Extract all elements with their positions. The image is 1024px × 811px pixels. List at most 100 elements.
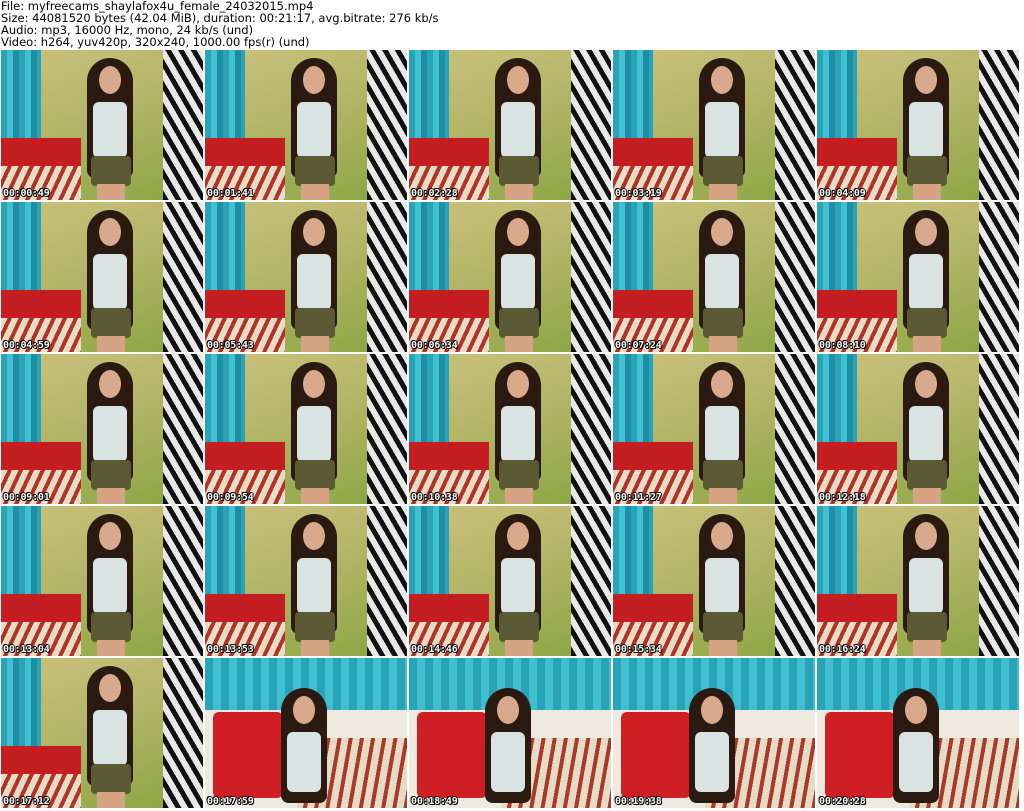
- video-thumbnail: 00:08:10: [817, 202, 1019, 352]
- thumbnail-timestamp: 00:06:34: [411, 340, 458, 351]
- person-legs: [505, 336, 533, 352]
- zebra-curtain: [979, 506, 1019, 656]
- zebra-curtain: [979, 354, 1019, 504]
- person-face: [99, 66, 121, 94]
- video-frame: [613, 50, 815, 200]
- video-thumbnail: 00:12:18: [817, 354, 1019, 504]
- zebra-curtain: [571, 506, 611, 656]
- person-legs: [709, 640, 737, 656]
- person-face: [507, 66, 529, 94]
- person-face: [507, 370, 529, 398]
- zebra-curtain: [775, 506, 815, 656]
- person-face: [905, 696, 927, 724]
- video-thumbnail: 00:09:54: [205, 354, 407, 504]
- person-face: [915, 218, 937, 246]
- video-thumbnail: 00:02:28: [409, 50, 611, 200]
- video-frame: [613, 354, 815, 504]
- zebra-curtain: [163, 354, 203, 504]
- video-frame: [1, 354, 203, 504]
- person-top: [705, 558, 739, 614]
- person-legs: [709, 488, 737, 504]
- person-legs: [505, 184, 533, 200]
- video-frame: [817, 658, 1019, 808]
- person-shorts: [91, 460, 131, 490]
- video-frame: [409, 202, 611, 352]
- thumbnail-timestamp: 00:16:24: [819, 644, 866, 655]
- person-top: [297, 558, 331, 614]
- zebra-curtain: [367, 202, 407, 352]
- person-shorts: [499, 612, 539, 642]
- person-face: [293, 696, 315, 724]
- person-legs: [913, 488, 941, 504]
- zebra-curtain: [367, 354, 407, 504]
- video-thumbnail: 00:10:38: [409, 354, 611, 504]
- person-top: [501, 102, 535, 158]
- video-thumbnail: 00:00:49: [1, 50, 203, 200]
- person-top: [93, 254, 127, 310]
- person-face: [711, 522, 733, 550]
- person-legs: [301, 640, 329, 656]
- video-thumbnail: 00:19:38: [613, 658, 815, 808]
- thumbnail-timestamp: 00:03:19: [615, 188, 662, 199]
- video-thumbnail: 00:11:27: [613, 354, 815, 504]
- person-shorts: [703, 612, 743, 642]
- video-thumbnail: 00:16:24: [817, 506, 1019, 656]
- video-thumbnail: 00:15:34: [613, 506, 815, 656]
- thumbnail-timestamp: 00:20:28: [819, 796, 866, 807]
- video-thumbnail: 00:13:04: [1, 506, 203, 656]
- video-thumbnail: 00:01:41: [205, 50, 407, 200]
- person-legs: [709, 336, 737, 352]
- thumbnail-timestamp: 00:12:18: [819, 492, 866, 503]
- person-top: [909, 558, 943, 614]
- person-face: [99, 218, 121, 246]
- person-top: [93, 406, 127, 462]
- person-shorts: [91, 308, 131, 338]
- person-top: [287, 732, 321, 792]
- thumbnail-timestamp: 00:17:59: [207, 796, 254, 807]
- thumbnail-timestamp: 00:08:10: [819, 340, 866, 351]
- video-frame: [613, 202, 815, 352]
- person-top: [695, 732, 729, 792]
- thumbnail-timestamp: 00:15:34: [615, 644, 662, 655]
- person-top: [93, 102, 127, 158]
- video-thumbnail: 00:09:01: [1, 354, 203, 504]
- file-info-header: File: myfreecams_shaylafox4u_female_2403…: [1, 0, 1021, 50]
- person-top: [501, 406, 535, 462]
- thumbnail-timestamp: 00:07:24: [615, 340, 662, 351]
- person-shorts: [907, 612, 947, 642]
- zebra-curtain: [775, 202, 815, 352]
- person-legs: [913, 640, 941, 656]
- person-shorts: [499, 308, 539, 338]
- person-top: [297, 102, 331, 158]
- person-top: [909, 254, 943, 310]
- video-frame: [817, 354, 1019, 504]
- zebra-curtain: [571, 50, 611, 200]
- person-shorts: [91, 612, 131, 642]
- thumbnail-timestamp: 00:17:12: [3, 796, 50, 807]
- person-top: [491, 732, 525, 792]
- video-frame: [205, 202, 407, 352]
- zebra-curtain: [163, 50, 203, 200]
- person-face: [303, 66, 325, 94]
- zebra-curtain: [979, 202, 1019, 352]
- thumbnail-timestamp: 00:02:28: [411, 188, 458, 199]
- person-shorts: [703, 460, 743, 490]
- person-top: [501, 254, 535, 310]
- person-face: [711, 218, 733, 246]
- person-legs: [301, 488, 329, 504]
- thumbnail-timestamp: 00:14:46: [411, 644, 458, 655]
- thumbnail-grid: 00:00:49 00:01:41 00:02:28 00:03:19 00:04:09…: [1, 50, 1023, 810]
- person-shorts: [907, 308, 947, 338]
- video-thumbnail: 00:17:59: [205, 658, 407, 808]
- video-thumbnail: 00:13:53: [205, 506, 407, 656]
- video-frame: [1, 50, 203, 200]
- person-top: [297, 254, 331, 310]
- video-thumbnail: 00:04:59: [1, 202, 203, 352]
- thumbnail-timestamp: 00:18:49: [411, 796, 458, 807]
- thumbnail-timestamp: 00:09:01: [3, 492, 50, 503]
- person-legs: [97, 184, 125, 200]
- video-frame: [409, 50, 611, 200]
- person-shorts: [703, 308, 743, 338]
- video-thumbnail: 00:07:24: [613, 202, 815, 352]
- person-top: [93, 558, 127, 614]
